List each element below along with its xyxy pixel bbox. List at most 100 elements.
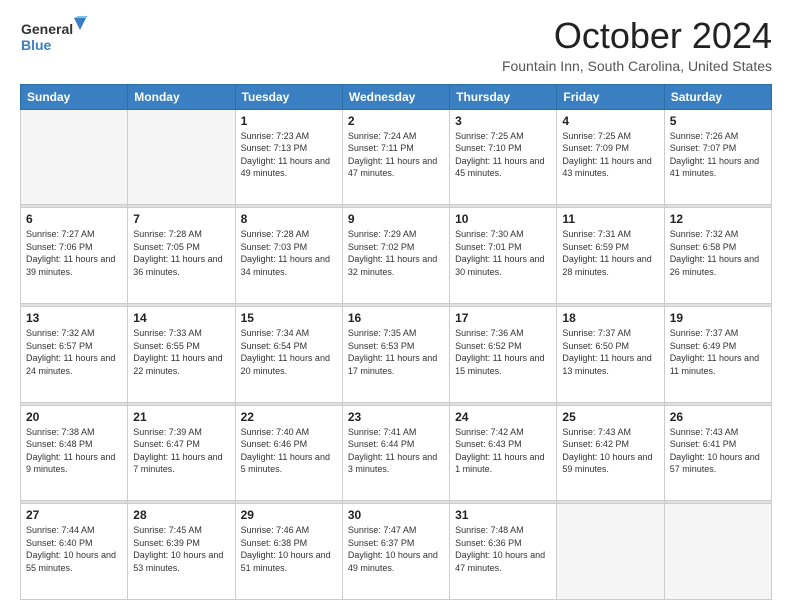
day-number: 4 xyxy=(562,114,658,128)
day-number: 24 xyxy=(455,410,551,424)
day-info: Sunrise: 7:25 AMSunset: 7:10 PMDaylight:… xyxy=(455,130,551,180)
table-cell: 19 Sunrise: 7:37 AMSunset: 6:49 PMDaylig… xyxy=(664,306,771,402)
day-info: Sunrise: 7:37 AMSunset: 6:50 PMDaylight:… xyxy=(562,327,658,377)
table-cell: 6 Sunrise: 7:27 AMSunset: 7:06 PMDayligh… xyxy=(21,208,128,304)
table-cell xyxy=(557,504,664,600)
day-info: Sunrise: 7:42 AMSunset: 6:43 PMDaylight:… xyxy=(455,426,551,476)
day-number: 1 xyxy=(241,114,337,128)
svg-text:General: General xyxy=(21,21,73,37)
table-cell: 31 Sunrise: 7:48 AMSunset: 6:36 PMDaylig… xyxy=(450,504,557,600)
table-cell: 9 Sunrise: 7:29 AMSunset: 7:02 PMDayligh… xyxy=(342,208,449,304)
table-cell: 23 Sunrise: 7:41 AMSunset: 6:44 PMDaylig… xyxy=(342,405,449,501)
day-number: 10 xyxy=(455,212,551,226)
table-cell: 30 Sunrise: 7:47 AMSunset: 6:37 PMDaylig… xyxy=(342,504,449,600)
day-number: 28 xyxy=(133,508,229,522)
col-saturday: Saturday xyxy=(664,84,771,109)
day-number: 15 xyxy=(241,311,337,325)
calendar-week-1: 1 Sunrise: 7:23 AMSunset: 7:13 PMDayligh… xyxy=(21,109,772,205)
table-cell: 26 Sunrise: 7:43 AMSunset: 6:41 PMDaylig… xyxy=(664,405,771,501)
day-info: Sunrise: 7:31 AMSunset: 6:59 PMDaylight:… xyxy=(562,228,658,278)
table-cell: 25 Sunrise: 7:43 AMSunset: 6:42 PMDaylig… xyxy=(557,405,664,501)
page: General Blue October 2024 Fountain Inn, … xyxy=(0,0,792,612)
day-info: Sunrise: 7:34 AMSunset: 6:54 PMDaylight:… xyxy=(241,327,337,377)
day-info: Sunrise: 7:28 AMSunset: 7:05 PMDaylight:… xyxy=(133,228,229,278)
day-number: 29 xyxy=(241,508,337,522)
day-info: Sunrise: 7:46 AMSunset: 6:38 PMDaylight:… xyxy=(241,524,337,574)
table-cell: 7 Sunrise: 7:28 AMSunset: 7:05 PMDayligh… xyxy=(128,208,235,304)
day-info: Sunrise: 7:45 AMSunset: 6:39 PMDaylight:… xyxy=(133,524,229,574)
day-number: 11 xyxy=(562,212,658,226)
day-number: 7 xyxy=(133,212,229,226)
table-cell: 18 Sunrise: 7:37 AMSunset: 6:50 PMDaylig… xyxy=(557,306,664,402)
table-cell: 5 Sunrise: 7:26 AMSunset: 7:07 PMDayligh… xyxy=(664,109,771,205)
table-cell: 29 Sunrise: 7:46 AMSunset: 6:38 PMDaylig… xyxy=(235,504,342,600)
calendar-week-4: 20 Sunrise: 7:38 AMSunset: 6:48 PMDaylig… xyxy=(21,405,772,501)
table-cell: 16 Sunrise: 7:35 AMSunset: 6:53 PMDaylig… xyxy=(342,306,449,402)
day-info: Sunrise: 7:29 AMSunset: 7:02 PMDaylight:… xyxy=(348,228,444,278)
day-info: Sunrise: 7:38 AMSunset: 6:48 PMDaylight:… xyxy=(26,426,122,476)
logo: General Blue xyxy=(20,16,90,58)
day-number: 5 xyxy=(670,114,766,128)
table-cell: 14 Sunrise: 7:33 AMSunset: 6:55 PMDaylig… xyxy=(128,306,235,402)
day-info: Sunrise: 7:48 AMSunset: 6:36 PMDaylight:… xyxy=(455,524,551,574)
day-info: Sunrise: 7:40 AMSunset: 6:46 PMDaylight:… xyxy=(241,426,337,476)
day-number: 3 xyxy=(455,114,551,128)
day-number: 22 xyxy=(241,410,337,424)
day-info: Sunrise: 7:32 AMSunset: 6:57 PMDaylight:… xyxy=(26,327,122,377)
day-info: Sunrise: 7:35 AMSunset: 6:53 PMDaylight:… xyxy=(348,327,444,377)
table-cell: 12 Sunrise: 7:32 AMSunset: 6:58 PMDaylig… xyxy=(664,208,771,304)
table-cell: 22 Sunrise: 7:40 AMSunset: 6:46 PMDaylig… xyxy=(235,405,342,501)
table-cell: 11 Sunrise: 7:31 AMSunset: 6:59 PMDaylig… xyxy=(557,208,664,304)
day-info: Sunrise: 7:36 AMSunset: 6:52 PMDaylight:… xyxy=(455,327,551,377)
calendar-week-5: 27 Sunrise: 7:44 AMSunset: 6:40 PMDaylig… xyxy=(21,504,772,600)
day-number: 30 xyxy=(348,508,444,522)
calendar-table: Sunday Monday Tuesday Wednesday Thursday… xyxy=(20,84,772,600)
table-cell: 13 Sunrise: 7:32 AMSunset: 6:57 PMDaylig… xyxy=(21,306,128,402)
col-sunday: Sunday xyxy=(21,84,128,109)
calendar-week-2: 6 Sunrise: 7:27 AMSunset: 7:06 PMDayligh… xyxy=(21,208,772,304)
day-info: Sunrise: 7:37 AMSunset: 6:49 PMDaylight:… xyxy=(670,327,766,377)
calendar-week-3: 13 Sunrise: 7:32 AMSunset: 6:57 PMDaylig… xyxy=(21,306,772,402)
day-number: 26 xyxy=(670,410,766,424)
day-number: 25 xyxy=(562,410,658,424)
day-number: 13 xyxy=(26,311,122,325)
day-number: 27 xyxy=(26,508,122,522)
day-number: 17 xyxy=(455,311,551,325)
day-info: Sunrise: 7:25 AMSunset: 7:09 PMDaylight:… xyxy=(562,130,658,180)
day-number: 18 xyxy=(562,311,658,325)
table-cell: 2 Sunrise: 7:24 AMSunset: 7:11 PMDayligh… xyxy=(342,109,449,205)
table-cell: 28 Sunrise: 7:45 AMSunset: 6:39 PMDaylig… xyxy=(128,504,235,600)
day-number: 2 xyxy=(348,114,444,128)
col-friday: Friday xyxy=(557,84,664,109)
day-info: Sunrise: 7:39 AMSunset: 6:47 PMDaylight:… xyxy=(133,426,229,476)
table-cell: 24 Sunrise: 7:42 AMSunset: 6:43 PMDaylig… xyxy=(450,405,557,501)
day-info: Sunrise: 7:43 AMSunset: 6:41 PMDaylight:… xyxy=(670,426,766,476)
svg-text:Blue: Blue xyxy=(21,37,52,53)
table-cell: 27 Sunrise: 7:44 AMSunset: 6:40 PMDaylig… xyxy=(21,504,128,600)
day-info: Sunrise: 7:23 AMSunset: 7:13 PMDaylight:… xyxy=(241,130,337,180)
day-info: Sunrise: 7:47 AMSunset: 6:37 PMDaylight:… xyxy=(348,524,444,574)
table-cell: 17 Sunrise: 7:36 AMSunset: 6:52 PMDaylig… xyxy=(450,306,557,402)
day-number: 8 xyxy=(241,212,337,226)
day-number: 20 xyxy=(26,410,122,424)
day-number: 9 xyxy=(348,212,444,226)
table-cell: 20 Sunrise: 7:38 AMSunset: 6:48 PMDaylig… xyxy=(21,405,128,501)
day-info: Sunrise: 7:26 AMSunset: 7:07 PMDaylight:… xyxy=(670,130,766,180)
table-cell: 1 Sunrise: 7:23 AMSunset: 7:13 PMDayligh… xyxy=(235,109,342,205)
table-cell: 21 Sunrise: 7:39 AMSunset: 6:47 PMDaylig… xyxy=(128,405,235,501)
calendar-header-row: Sunday Monday Tuesday Wednesday Thursday… xyxy=(21,84,772,109)
header: General Blue October 2024 Fountain Inn, … xyxy=(20,16,772,74)
day-number: 6 xyxy=(26,212,122,226)
day-info: Sunrise: 7:44 AMSunset: 6:40 PMDaylight:… xyxy=(26,524,122,574)
col-wednesday: Wednesday xyxy=(342,84,449,109)
day-number: 31 xyxy=(455,508,551,522)
col-monday: Monday xyxy=(128,84,235,109)
table-cell: 4 Sunrise: 7:25 AMSunset: 7:09 PMDayligh… xyxy=(557,109,664,205)
day-info: Sunrise: 7:41 AMSunset: 6:44 PMDaylight:… xyxy=(348,426,444,476)
table-cell: 3 Sunrise: 7:25 AMSunset: 7:10 PMDayligh… xyxy=(450,109,557,205)
day-info: Sunrise: 7:30 AMSunset: 7:01 PMDaylight:… xyxy=(455,228,551,278)
day-number: 12 xyxy=(670,212,766,226)
day-info: Sunrise: 7:28 AMSunset: 7:03 PMDaylight:… xyxy=(241,228,337,278)
table-cell xyxy=(21,109,128,205)
day-number: 23 xyxy=(348,410,444,424)
